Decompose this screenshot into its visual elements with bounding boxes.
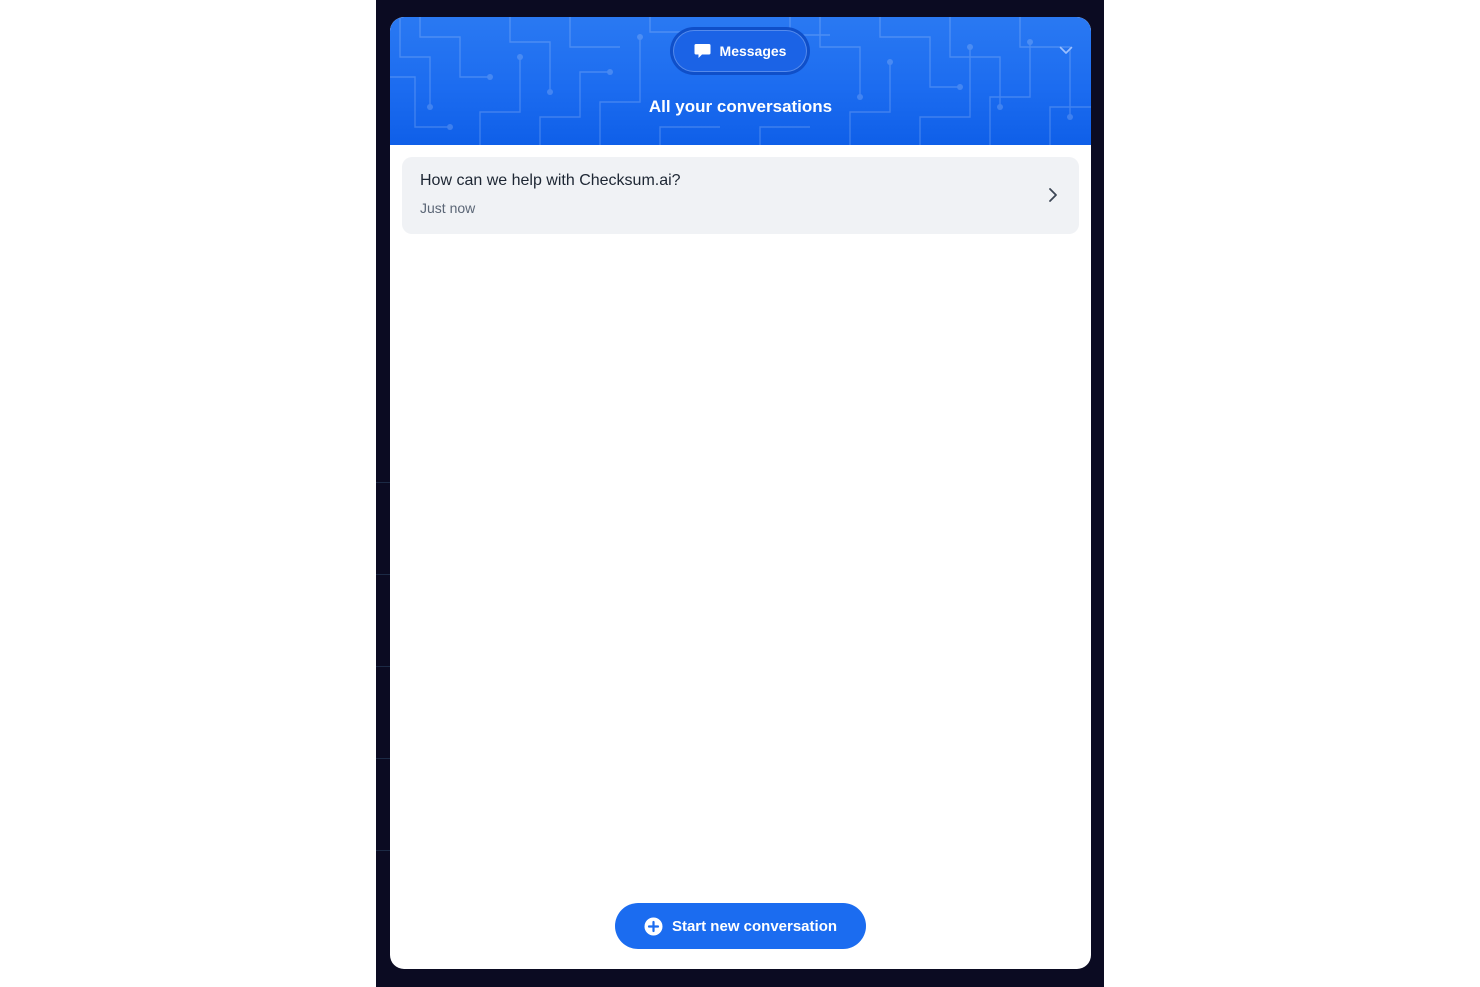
conversation-timestamp: Just now <box>420 200 476 216</box>
chevron-right-icon <box>1047 186 1059 204</box>
backdrop-line <box>376 850 390 851</box>
backdrop-line <box>376 758 390 759</box>
backdrop-line <box>376 574 390 575</box>
chevron-down-icon <box>1059 42 1073 60</box>
backdrop-line <box>376 666 390 667</box>
conversation-title: How can we help with Checksum.ai? <box>420 172 681 189</box>
start-new-conversation-button[interactable]: Start new conversation <box>615 903 866 949</box>
chat-bubble-icon <box>694 43 711 59</box>
page-title: All your conversations <box>648 97 833 116</box>
conversation-item[interactable]: How can we help with Checksum.ai? Just n… <box>402 157 1079 234</box>
start-new-conversation-label: Start new conversation <box>671 917 838 935</box>
page: Messages All your conversations How can … <box>0 0 1480 987</box>
messages-tab[interactable]: Messages <box>673 30 807 72</box>
messenger-header: Messages All your conversations <box>390 17 1091 145</box>
backdrop-line <box>376 482 390 483</box>
messages-tab-label: Messages <box>719 43 787 59</box>
plus-circle-icon <box>644 917 663 936</box>
collapse-button[interactable] <box>1056 43 1076 59</box>
messenger-widget: Messages All your conversations How can … <box>390 17 1091 969</box>
